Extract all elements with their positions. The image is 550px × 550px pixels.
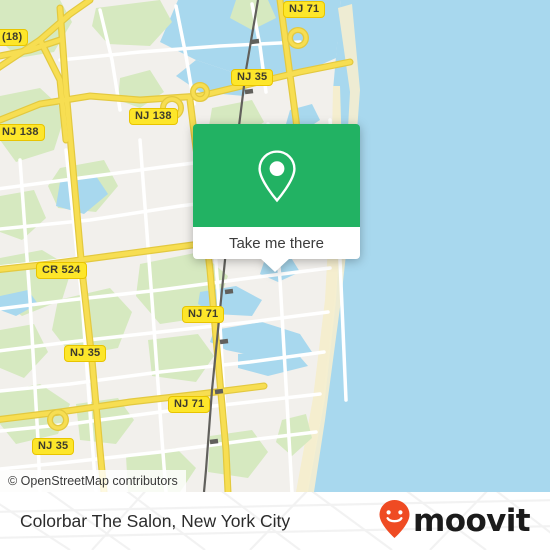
map-pin-icon xyxy=(256,149,298,203)
road-shield[interactable]: NJ 35 xyxy=(231,69,274,86)
road-shield[interactable]: CR 524 xyxy=(36,262,87,279)
location-popup-card[interactable]: Take me there xyxy=(193,124,360,272)
road-shield[interactable]: NJ 35 xyxy=(64,345,107,362)
bottom-bar: Colorbar The Salon, New York City moovit xyxy=(0,492,550,550)
road-shield[interactable]: NJ 35 xyxy=(32,438,75,455)
map-canvas[interactable]: NJ 71 (18) NJ 35 NJ 138 NJ 138 CR 524 NJ… xyxy=(0,0,550,492)
road-shield[interactable]: NJ 138 xyxy=(0,124,45,141)
road-shield[interactable]: NJ 71 xyxy=(283,1,326,18)
moovit-wordmark: moovit xyxy=(413,502,531,539)
moovit-brand[interactable]: moovit xyxy=(378,492,531,550)
take-me-there-label: Take me there xyxy=(228,234,325,252)
moovit-pin-smiley-icon xyxy=(378,499,411,544)
osm-attribution[interactable]: © OpenStreetMap contributors xyxy=(0,470,186,492)
osm-attribution-label: © OpenStreetMap contributors xyxy=(8,474,178,488)
popup-pointer-tail xyxy=(260,258,290,272)
map-screenshot: NJ 71 (18) NJ 35 NJ 138 NJ 138 CR 524 NJ… xyxy=(0,0,550,550)
popup-action-bar[interactable]: Take me there xyxy=(193,227,360,259)
road-shield[interactable]: NJ 138 xyxy=(129,108,178,125)
road-shield[interactable]: (18) xyxy=(0,29,29,46)
popup-header xyxy=(193,124,360,227)
road-shield[interactable]: NJ 71 xyxy=(182,306,225,323)
place-title: Colorbar The Salon, New York City xyxy=(20,510,291,531)
road-shield[interactable]: NJ 71 xyxy=(168,396,211,413)
